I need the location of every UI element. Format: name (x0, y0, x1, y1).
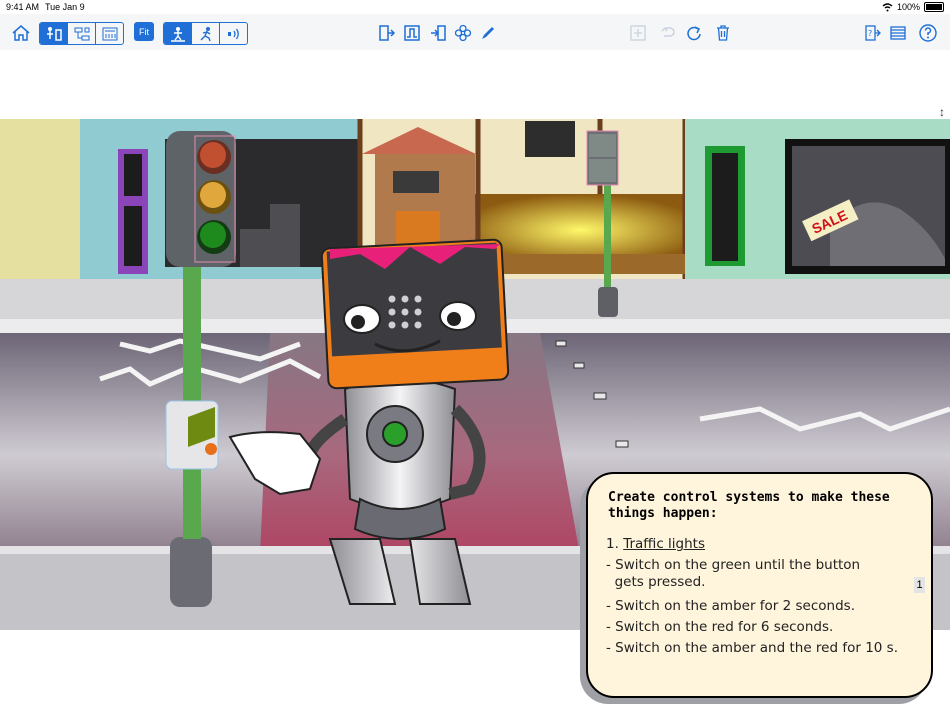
page-number[interactable]: 1 (914, 577, 925, 593)
status-bar: 9:41 AM Tue Jan 9 100% (0, 0, 950, 14)
battery-icon (924, 2, 944, 12)
toolbar: Fit ? (0, 14, 950, 50)
view-mode-selector (39, 22, 124, 45)
battery-percent: 100% (896, 2, 920, 12)
task-line: - Switch on the red for 6 seconds. (606, 619, 834, 635)
panel-heading: Create control systems to make these thi… (608, 490, 890, 521)
mimic-view-icon[interactable] (96, 23, 123, 44)
flowchart-view-icon[interactable] (68, 23, 96, 44)
list-icon[interactable] (889, 22, 907, 43)
task-line: gets pressed. (606, 574, 706, 590)
input-icon[interactable] (429, 22, 447, 43)
home-icon[interactable] (11, 22, 31, 43)
task-line: - Switch on the amber and the red for 10… (606, 640, 898, 656)
task-number: 1. (606, 536, 619, 552)
help-icon[interactable]: ? (864, 22, 882, 43)
pedestrian-crossing-icon[interactable] (164, 23, 192, 44)
wifi-icon (882, 2, 893, 11)
undo-icon[interactable] (659, 22, 677, 43)
question-icon[interactable] (918, 22, 938, 43)
add-icon[interactable] (629, 22, 647, 43)
output-icon[interactable] (378, 22, 396, 43)
task-title-row: 1. Traffic lights (606, 536, 705, 552)
instruction-panel: Create control systems to make these thi… (586, 472, 933, 698)
input-selector (163, 22, 248, 45)
scene-view-icon[interactable] (40, 23, 68, 44)
pulse-icon[interactable] (403, 22, 421, 43)
flower-icon[interactable] (454, 22, 472, 43)
status-date: Tue Jan 9 (45, 2, 85, 12)
redo-icon[interactable] (685, 22, 703, 43)
status-time: 9:41 AM (6, 2, 40, 12)
sound-sensor-icon[interactable] (220, 23, 247, 44)
trash-icon[interactable] (714, 22, 732, 43)
svg-text:?: ? (868, 29, 872, 38)
running-person-icon[interactable] (192, 23, 220, 44)
pen-icon[interactable] (479, 22, 497, 43)
task-title: Traffic lights (623, 536, 705, 552)
task-line: - Switch on the amber for 2 seconds. (606, 598, 855, 614)
fit-button[interactable]: Fit (134, 22, 154, 41)
task-line: - Switch on the green until the button (606, 557, 861, 573)
resize-handle[interactable]: ↕ (939, 105, 945, 119)
